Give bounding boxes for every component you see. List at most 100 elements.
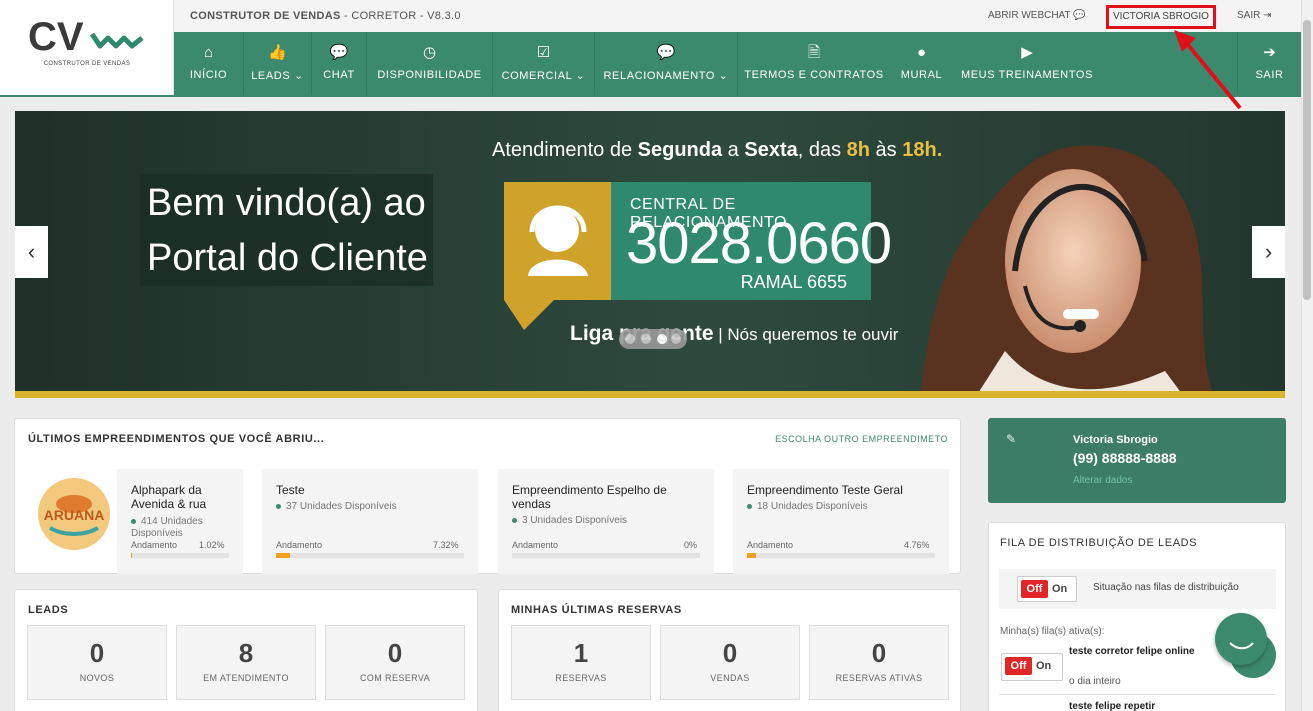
reservations-panel: MINHAS ÚLTIMAS RESERVAS 1 RESERVAS 0 VEN… <box>498 589 961 711</box>
headset-icon <box>504 182 611 330</box>
play-circle-icon: ▶ <box>1021 44 1033 61</box>
welcome-line-2: Portal do Cliente <box>147 237 428 279</box>
development-units: 37 Unidades Disponíveis <box>276 501 397 513</box>
development-name: Teste <box>276 483 305 497</box>
chat-icon <box>1229 642 1254 650</box>
choose-development-link[interactable]: ESCOLHA OUTRO EMPREENDIMETO <box>775 434 948 444</box>
stat-label: EM ATENDIMENTO <box>203 673 289 683</box>
nav-relacionamento[interactable]: 💬 RELACIONAMENTO ⌄ <box>595 32 738 95</box>
queue-toggle[interactable]: Off On <box>1001 653 1063 681</box>
development-card[interactable]: Empreendimento Espelho de vendas 3 Unida… <box>498 469 714 574</box>
scrollbar-thumb[interactable] <box>1303 20 1311 300</box>
nav-leads[interactable]: 👍 LEADS ⌄ <box>244 32 312 95</box>
page: CV CONSTRUTOR DE VENDAS CONSTRUTOR DE VE… <box>0 0 1313 711</box>
reservations-stat-vendas[interactable]: 0 VENDAS <box>660 625 800 700</box>
leads-panel: LEADS 0 NOVOS 8 EM ATENDIMENTO 0 COM RES… <box>14 589 478 711</box>
development-logo: ARUANA <box>38 478 110 550</box>
nav-mural[interactable]: ● MURAL <box>890 32 953 95</box>
queue-status-toggle[interactable]: Off On <box>1017 576 1077 602</box>
progress-fill <box>276 553 290 558</box>
divider <box>999 694 1275 695</box>
arrow-circle-right-icon: ➔ <box>1263 44 1276 61</box>
development-card[interactable]: Teste 37 Unidades Disponíveis Andamento … <box>262 469 478 574</box>
svg-text:ARUANA: ARUANA <box>44 507 105 523</box>
nav-treinamentos[interactable]: ▶ MEUS TREINAMENTOS <box>953 32 1101 95</box>
status-dot-icon <box>131 518 136 524</box>
stat-value: 0 <box>871 638 887 668</box>
stat-value: 1 <box>573 638 589 668</box>
nav-termos[interactable]: 🗎 TERMOS E CONTRATOS <box>738 32 890 95</box>
carousel-dot-active[interactable] <box>657 334 667 344</box>
hero-carousel: Bem vindo(a) ao Portal do Cliente Atendi… <box>15 111 1285 398</box>
central-relacionamento: CENTRAL DE RELACIONAMENTO 3028.0660 RAMA… <box>611 182 892 300</box>
speech-bubble-icon: ● <box>916 44 927 61</box>
central-ramal: RAMAL 6655 <box>740 272 847 292</box>
vertical-scrollbar[interactable] <box>1301 0 1313 711</box>
carousel-dot[interactable] <box>625 334 635 344</box>
status-dot-icon <box>747 503 752 509</box>
nav-disponibilidade[interactable]: ◷ DISPONIBILIDADE <box>367 32 493 95</box>
carousel-dot[interactable] <box>671 334 681 344</box>
edit-profile-link[interactable]: Alterar dados <box>1073 475 1132 486</box>
status-dot-icon <box>512 517 517 523</box>
user-card: ✎ Victoria Sbrogio (99) 88888-8888 Alter… <box>988 418 1286 503</box>
dashboard-icon: ◷ <box>422 44 437 61</box>
nav-divider <box>0 95 1301 97</box>
development-name: Empreendimento Teste Geral <box>747 483 903 497</box>
user-menu-button[interactable]: VICTORIA SBROGIO <box>1106 5 1216 29</box>
open-webchat-link[interactable]: ABRIR WEBCHAT 💬 <box>988 10 1086 21</box>
edit-pencil-icon[interactable]: ✎ <box>1006 432 1016 446</box>
progress-percent: 4.76% <box>904 540 930 550</box>
nav-chat[interactable]: 💬 CHAT <box>312 32 367 95</box>
leads-stat-com-reserva[interactable]: 0 COM RESERVA <box>325 625 465 700</box>
queue-status-row: Off On Situação nas filas de distribuiçã… <box>999 569 1276 609</box>
development-name: Alphapark da Avenida & rua <box>131 483 207 511</box>
checkbox-icon: ☑ <box>536 44 551 61</box>
logout-icon: ⇥ <box>1263 10 1272 21</box>
logo-subtitle: CONSTRUTOR DE VENDAS <box>43 61 131 67</box>
brand-logo[interactable]: CV CONSTRUTOR DE VENDAS <box>0 0 174 95</box>
central-phone: 3028.0660 <box>626 211 892 276</box>
comments-icon: 💬 <box>656 44 676 61</box>
carousel-dot[interactable] <box>641 334 651 344</box>
development-units: 3 Unidades Disponíveis <box>512 515 627 527</box>
cv-logo-icon: CV <box>28 16 144 59</box>
progress-bar <box>131 553 229 558</box>
user-name: Victoria Sbrogio <box>1073 434 1158 446</box>
progress-label: Andamento <box>276 540 323 550</box>
svg-text:CV: CV <box>28 16 84 59</box>
service-hours: Atendimento de Segunda a Sexta, das 8h à… <box>492 139 943 161</box>
development-card[interactable]: Alphapark da Avenida & rua 414 Unidades … <box>117 469 243 574</box>
leads-stat-em-atendimento[interactable]: 8 EM ATENDIMENTO <box>176 625 316 700</box>
queue-schedule: o dia inteiro <box>1069 676 1121 687</box>
development-card[interactable]: Empreendimento Teste Geral 18 Unidades D… <box>733 469 949 574</box>
development-name: Empreendimento Espelho de vendas <box>512 483 667 511</box>
carousel-prev-button[interactable]: ‹ <box>15 226 48 278</box>
floating-chat-button[interactable] <box>1215 613 1267 665</box>
status-dot-icon <box>276 503 281 509</box>
stat-value: 8 <box>238 638 254 668</box>
recent-developments-panel: ÚLTIMOS EMPREENDIMENTOS QUE VOCÊ ABRIU..… <box>14 418 961 574</box>
leads-title: LEADS <box>28 604 69 616</box>
progress-percent: 0% <box>684 540 698 550</box>
leads-stat-novos[interactable]: 0 NOVOS <box>27 625 167 700</box>
stat-label: NOVOS <box>79 673 115 683</box>
nav-inicio[interactable]: ⌂ INÍCIO <box>174 32 244 95</box>
reservations-stat-ativas[interactable]: 0 RESERVAS ATIVAS <box>809 625 949 700</box>
nav-comercial[interactable]: ☑ COMERCIAL ⌄ <box>493 32 595 95</box>
nav-sair[interactable]: ➔ SAIR <box>1237 32 1301 95</box>
progress-fill <box>747 553 756 558</box>
user-phone: (99) 88888-8888 <box>1073 450 1177 466</box>
stat-label: VENDAS <box>710 673 750 683</box>
reservations-stat-reservas[interactable]: 1 RESERVAS <box>511 625 651 700</box>
app-version: - CORRETOR - V8.3.0 <box>340 10 461 22</box>
stat-value: 0 <box>89 638 105 668</box>
carousel-indicators <box>619 329 687 349</box>
progress-percent: 7.32% <box>433 540 459 550</box>
stat-label: COM RESERVA <box>359 673 431 683</box>
chat-bubble-icon: 💬 <box>1073 10 1086 21</box>
logout-link[interactable]: SAIR ⇥ <box>1237 10 1272 21</box>
carousel-next-button[interactable]: › <box>1252 226 1285 278</box>
queue-name: teste corretor felipe online <box>1069 646 1195 657</box>
progress-bar <box>512 553 700 558</box>
